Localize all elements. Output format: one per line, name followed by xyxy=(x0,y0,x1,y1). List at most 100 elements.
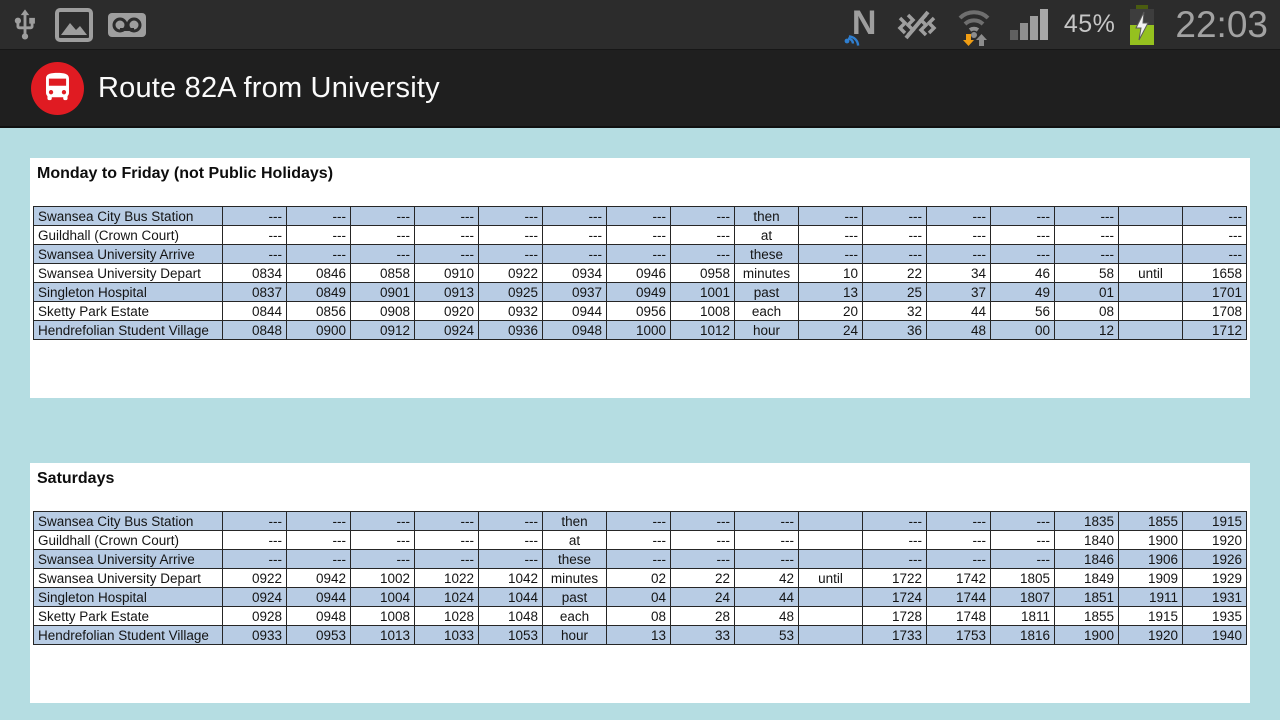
time-cell: --- xyxy=(671,207,735,226)
time-cell: --- xyxy=(287,226,351,245)
saturday-timetable-title: Saturdays xyxy=(37,470,114,488)
station-name-cell: Sketty Park Estate xyxy=(34,607,223,626)
time-cell: 0933 xyxy=(223,626,287,645)
time-cell: 0846 xyxy=(287,264,351,283)
time-cell: --- xyxy=(1055,207,1119,226)
frequency-word-cell: until xyxy=(799,569,863,588)
station-name-cell: Swansea City Bus Station xyxy=(34,207,223,226)
time-cell: --- xyxy=(927,512,991,531)
time-cell: 0913 xyxy=(415,283,479,302)
time-cell xyxy=(1119,302,1183,321)
frequency-word-cell: minutes xyxy=(735,264,799,283)
time-cell: 37 xyxy=(927,283,991,302)
time-cell: --- xyxy=(991,226,1055,245)
time-cell: --- xyxy=(479,512,543,531)
time-cell: 1920 xyxy=(1183,531,1247,550)
time-cell: 1742 xyxy=(927,569,991,588)
time-cell: 02 xyxy=(607,569,671,588)
station-name-cell: Swansea University Arrive xyxy=(34,245,223,264)
time-cell: --- xyxy=(735,550,799,569)
time-cell: --- xyxy=(927,245,991,264)
frequency-word-cell: past xyxy=(735,283,799,302)
time-cell xyxy=(1119,283,1183,302)
time-cell: 33 xyxy=(671,626,735,645)
time-cell: --- xyxy=(863,550,927,569)
time-cell: --- xyxy=(479,226,543,245)
time-cell: 0925 xyxy=(479,283,543,302)
table-row: Hendrefolian Student Village084809000912… xyxy=(34,321,1247,340)
time-cell: --- xyxy=(799,226,863,245)
time-cell: 0948 xyxy=(287,607,351,626)
time-cell: 48 xyxy=(735,607,799,626)
time-cell: --- xyxy=(223,207,287,226)
time-cell: --- xyxy=(863,245,927,264)
table-row: Swansea City Bus Station---------------t… xyxy=(34,512,1247,531)
time-cell: 1000 xyxy=(607,321,671,340)
station-name-cell: Swansea University Depart xyxy=(34,264,223,283)
time-cell: --- xyxy=(671,531,735,550)
frequency-word-cell: minutes xyxy=(543,569,607,588)
time-cell: --- xyxy=(607,531,671,550)
time-cell: 1855 xyxy=(1119,512,1183,531)
time-cell: --- xyxy=(223,512,287,531)
time-cell: 1849 xyxy=(1055,569,1119,588)
time-cell: 1701 xyxy=(1183,283,1247,302)
time-cell: 1001 xyxy=(671,283,735,302)
status-bar[interactable]: N xyxy=(0,0,1280,50)
time-cell: 1733 xyxy=(863,626,927,645)
time-cell: --- xyxy=(671,226,735,245)
time-cell: 1022 xyxy=(415,569,479,588)
time-cell: 0848 xyxy=(223,321,287,340)
time-cell: 1033 xyxy=(415,626,479,645)
time-cell: 08 xyxy=(1055,302,1119,321)
time-cell: 0928 xyxy=(223,607,287,626)
time-cell xyxy=(799,550,863,569)
time-cell: 0934 xyxy=(543,264,607,283)
station-name-cell: Swansea City Bus Station xyxy=(34,512,223,531)
time-cell: --- xyxy=(927,531,991,550)
station-name-cell: Singleton Hospital xyxy=(34,283,223,302)
table-row: Hendrefolian Student Village093309531013… xyxy=(34,626,1247,645)
frequency-word-cell: each xyxy=(735,302,799,321)
time-cell: --- xyxy=(287,550,351,569)
time-cell: 1931 xyxy=(1183,588,1247,607)
vibrate-off-icon xyxy=(894,6,940,44)
time-cell: --- xyxy=(351,531,415,550)
time-cell: 0856 xyxy=(287,302,351,321)
station-name-cell: Swansea University Arrive xyxy=(34,550,223,569)
time-cell: 1911 xyxy=(1119,588,1183,607)
time-cell: 1753 xyxy=(927,626,991,645)
time-cell: 08 xyxy=(607,607,671,626)
time-cell xyxy=(1119,226,1183,245)
time-cell: 53 xyxy=(735,626,799,645)
time-cell: --- xyxy=(351,512,415,531)
time-cell: --- xyxy=(799,245,863,264)
time-cell: 1835 xyxy=(1055,512,1119,531)
time-cell: 1048 xyxy=(479,607,543,626)
time-cell: --- xyxy=(479,207,543,226)
battery-percent: 45% xyxy=(1064,10,1116,39)
page-title: Route 82A from University xyxy=(98,72,440,105)
time-cell: 0946 xyxy=(607,264,671,283)
time-cell: 1053 xyxy=(479,626,543,645)
time-cell: 1811 xyxy=(991,607,1055,626)
time-cell: 04 xyxy=(607,588,671,607)
time-cell: --- xyxy=(1183,226,1247,245)
table-row: Swansea University Arrive---------------… xyxy=(34,245,1247,264)
time-cell: 1807 xyxy=(991,588,1055,607)
time-cell: 1658 xyxy=(1183,264,1247,283)
time-cell: --- xyxy=(607,512,671,531)
table-row: Swansea University Arrive---------------… xyxy=(34,550,1247,569)
time-cell: 49 xyxy=(991,283,1055,302)
time-cell: 0837 xyxy=(223,283,287,302)
time-cell: 0910 xyxy=(415,264,479,283)
time-cell: --- xyxy=(671,550,735,569)
timetable-viewport[interactable]: Monday to Friday (not Public Holidays) S… xyxy=(0,129,1280,720)
time-cell: 1712 xyxy=(1183,321,1247,340)
time-cell: --- xyxy=(223,550,287,569)
time-cell: 24 xyxy=(799,321,863,340)
weekday-timetable-panel: Monday to Friday (not Public Holidays) S… xyxy=(30,158,1250,398)
time-cell: --- xyxy=(607,550,671,569)
time-cell: --- xyxy=(415,245,479,264)
time-cell: 32 xyxy=(863,302,927,321)
